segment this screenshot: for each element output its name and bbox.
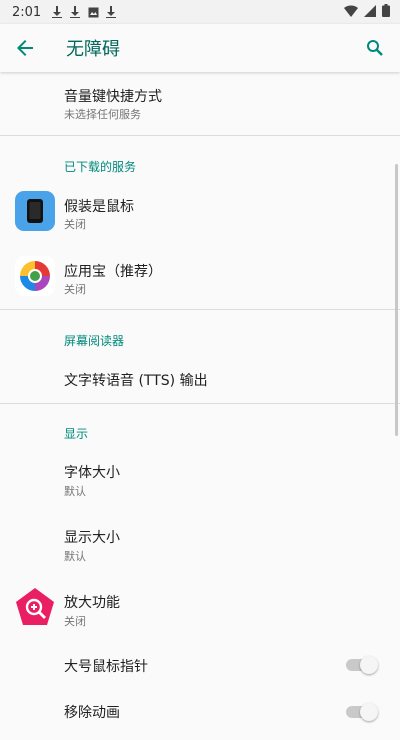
battery-icon bbox=[382, 4, 390, 21]
list-item-volume-shortcut[interactable]: 音量键快捷方式 未选择任何服务 bbox=[0, 82, 400, 134]
remove-animations-toggle[interactable] bbox=[346, 703, 378, 721]
item-title: 字体大小 bbox=[64, 465, 120, 481]
list-item-font-size[interactable]: 字体大小 默认 bbox=[0, 452, 400, 508]
item-title: 应用宝（推荐） bbox=[64, 264, 162, 280]
item-title: 放大功能 bbox=[64, 595, 120, 611]
list-item-app-store[interactable]: 应用宝（推荐） 关闭 bbox=[0, 247, 400, 307]
app-bar: 无障碍 bbox=[0, 24, 400, 72]
list-item-large-pointer[interactable]: 大号鼠标指针 bbox=[0, 648, 400, 690]
app-store-icon bbox=[15, 256, 55, 296]
divider bbox=[0, 403, 400, 404]
large-pointer-toggle[interactable] bbox=[346, 656, 378, 674]
toggle-knob bbox=[360, 703, 378, 721]
settings-list: 音量键快捷方式 未选择任何服务 已下载的服务 假装是鼠标 关闭 应用宝（推荐） … bbox=[0, 72, 400, 721]
wifi-icon bbox=[344, 4, 358, 21]
notification-icons bbox=[51, 6, 117, 18]
search-icon[interactable] bbox=[364, 37, 386, 59]
item-subtitle: 关闭 bbox=[64, 218, 86, 231]
list-item-tts[interactable]: 文字转语音 (TTS) 输出 bbox=[0, 358, 400, 400]
image-icon bbox=[87, 6, 99, 18]
item-title: 移除动画 bbox=[64, 705, 120, 721]
item-title: 假装是鼠标 bbox=[64, 199, 134, 215]
item-title: 文字转语音 (TTS) 输出 bbox=[64, 373, 208, 389]
item-subtitle: 关闭 bbox=[64, 283, 86, 296]
list-item-magnification[interactable]: 放大功能 关闭 bbox=[0, 582, 400, 638]
section-header-screen-reader: 屏幕阅读器 bbox=[64, 334, 125, 348]
divider bbox=[0, 135, 400, 136]
item-subtitle: 关闭 bbox=[64, 615, 86, 628]
item-title: 显示大小 bbox=[64, 530, 120, 546]
fake-mouse-app-icon bbox=[15, 191, 55, 231]
magnification-icon bbox=[15, 587, 55, 627]
scrollbar[interactable] bbox=[395, 164, 398, 436]
signal-icon bbox=[364, 4, 376, 21]
item-subtitle: 默认 bbox=[64, 550, 86, 563]
section-header-display: 显示 bbox=[64, 427, 89, 441]
section-header-downloaded: 已下载的服务 bbox=[64, 160, 137, 174]
item-title: 音量键快捷方式 bbox=[64, 89, 162, 105]
list-item-fake-mouse[interactable]: 假装是鼠标 关闭 bbox=[0, 182, 400, 242]
item-subtitle: 未选择任何服务 bbox=[64, 108, 141, 121]
list-item-remove-animations[interactable]: 移除动画 bbox=[0, 698, 400, 740]
divider bbox=[0, 309, 400, 310]
toggle-knob bbox=[360, 656, 378, 674]
back-arrow-icon[interactable] bbox=[14, 37, 36, 59]
download-icon bbox=[105, 6, 117, 18]
item-title: 大号鼠标指针 bbox=[64, 659, 148, 675]
status-bar: 2:01 bbox=[0, 0, 400, 24]
download-icon bbox=[69, 6, 81, 18]
page-title: 无障碍 bbox=[66, 39, 120, 60]
status-time: 2:01 bbox=[12, 4, 42, 20]
item-subtitle: 默认 bbox=[64, 485, 86, 498]
download-icon bbox=[51, 6, 63, 18]
list-item-display-size[interactable]: 显示大小 默认 bbox=[0, 517, 400, 573]
